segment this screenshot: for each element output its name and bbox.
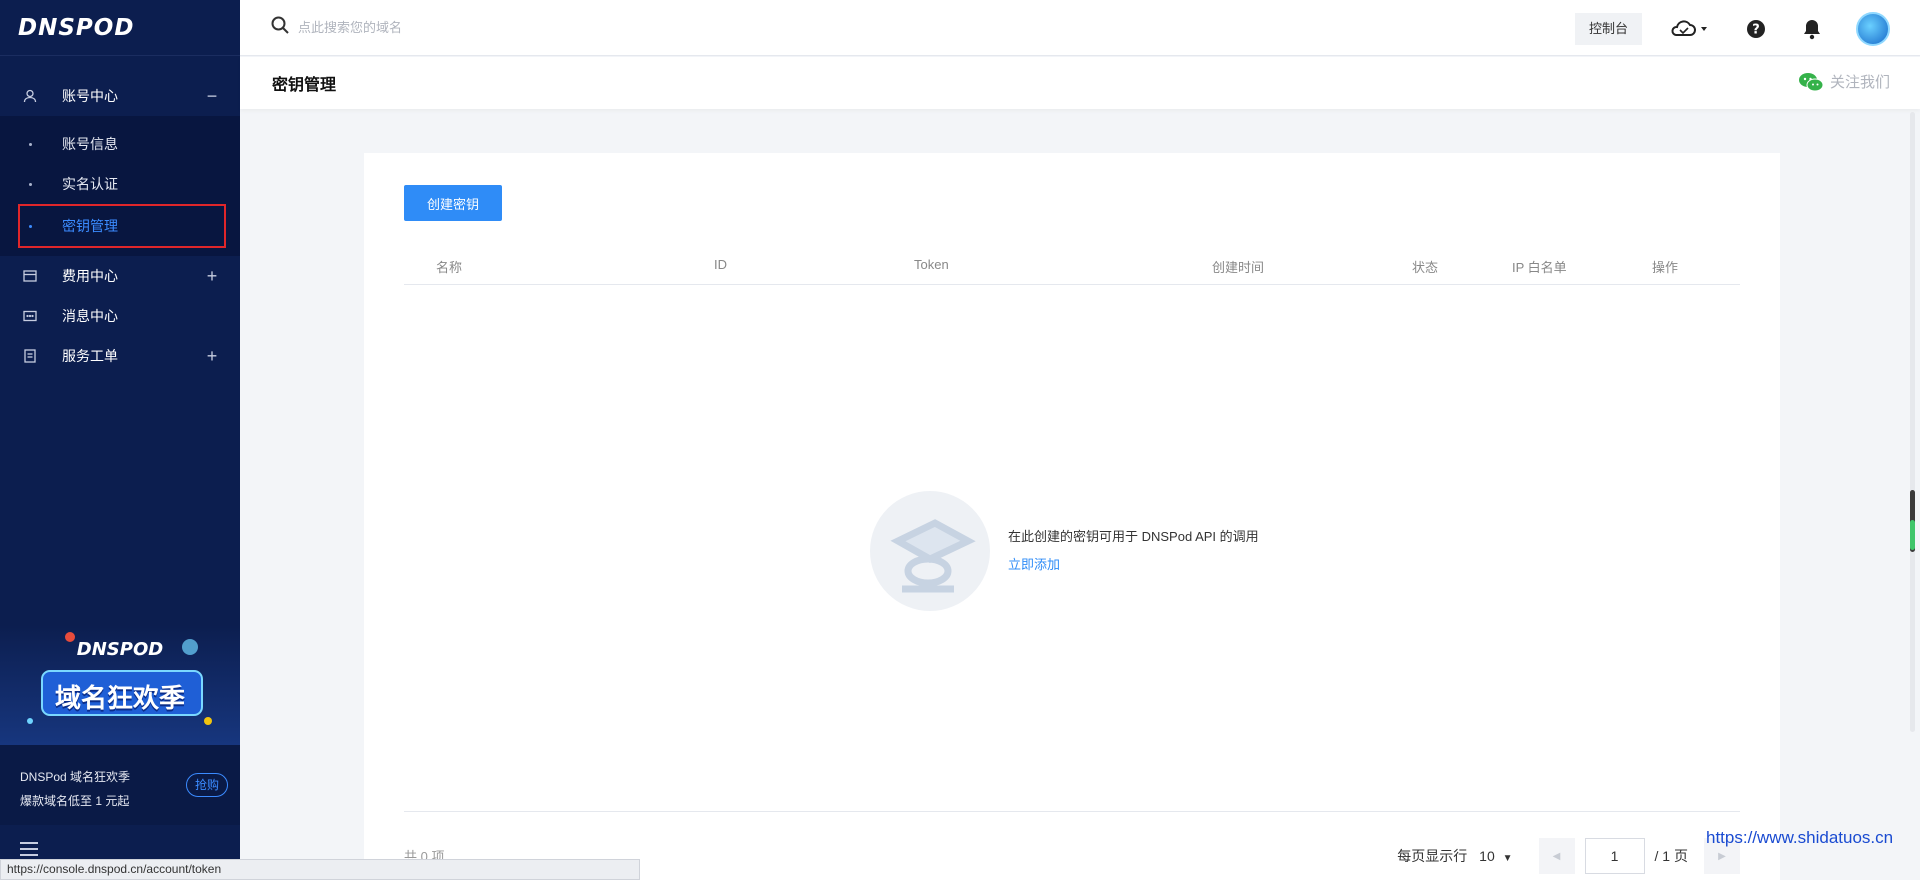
bullet-icon	[29, 224, 32, 228]
nav-group-label: 账号中心	[62, 88, 118, 104]
follow-us-link[interactable]: 关注我们	[1798, 71, 1890, 92]
collapse-icon[interactable]: −	[204, 86, 220, 107]
cloud-dropdown-icon[interactable]	[1668, 17, 1712, 41]
page-title: 密钥管理	[272, 77, 337, 94]
nav-group-account[interactable]: 账号中心 −	[0, 76, 240, 116]
ticket-icon	[22, 348, 38, 364]
expand-icon[interactable]: +	[204, 346, 220, 367]
sidebar-item-account-info[interactable]: 账号信息	[0, 124, 240, 164]
empty-key-icon	[870, 491, 990, 611]
total-pages: / 1 页	[1654, 848, 1688, 864]
key-list-card: 创建密钥 名称 ID Token 创建时间 状态 IP 白名单 操作 在此创建的…	[364, 153, 1780, 880]
sidebar: DNSPOD 账号中心 − 账号信息 实名认证 密钥管理 费用中心 + 消息中心…	[0, 0, 240, 880]
sidebar-item-real-name[interactable]: 实名认证	[0, 164, 240, 204]
scrollbar-marker	[1910, 520, 1915, 550]
nav-group-billing[interactable]: 费用中心 +	[0, 256, 240, 296]
dnspod-logo[interactable]: DNSPOD	[0, 0, 240, 56]
empty-state: 在此创建的密钥可用于 DNSPod API 的调用 立即添加	[870, 491, 1259, 611]
watermark-text: https://www.shidatuos.cn	[1706, 828, 1894, 847]
account-submenu: 账号信息 实名认证 密钥管理	[0, 116, 240, 256]
empty-description: 在此创建的密钥可用于 DNSPod API 的调用	[1008, 529, 1259, 544]
user-icon	[22, 88, 38, 104]
promo-banner[interactable]: DNSPOD 域名狂欢季	[0, 625, 240, 745]
menu-icon[interactable]	[20, 842, 38, 856]
promo-buy-button[interactable]: 抢购	[185, 773, 228, 797]
prev-page-button[interactable]: ◀	[1538, 838, 1575, 874]
search-box[interactable]	[270, 15, 598, 40]
nav-group-label: 费用中心	[62, 268, 118, 284]
nav-group-messages[interactable]: 消息中心	[0, 296, 240, 336]
search-icon[interactable]	[270, 15, 290, 40]
sidebar-item-label: 实名认证	[62, 176, 118, 192]
add-now-link[interactable]: 立即添加	[1008, 551, 1259, 579]
bell-icon[interactable]	[1800, 17, 1824, 41]
top-right-actions: 控制台 ?	[1574, 12, 1890, 46]
bullet-icon	[29, 142, 32, 146]
page-size-label: 每页显示行	[1397, 848, 1468, 864]
follow-us-label: 关注我们	[1829, 74, 1890, 91]
avatar[interactable]	[1856, 12, 1890, 46]
nav-group-label: 服务工单	[62, 348, 118, 364]
promo-info: DNSPod 域名狂欢季 爆款域名低至 1 元起 抢购	[0, 745, 240, 825]
column-created-time: 创建时间	[1212, 260, 1265, 275]
top-bar: 控制台 ?	[240, 0, 1920, 56]
create-key-button[interactable]: 创建密钥	[404, 185, 502, 221]
caret-down-icon: ▼	[1502, 853, 1513, 864]
column-ip-whitelist: IP 白名单	[1512, 260, 1567, 275]
pagination: 每页显示行 10 ▼ ◀ 1 / 1 页 ▶	[1397, 838, 1740, 874]
column-actions: 操作	[1652, 260, 1679, 275]
message-icon	[22, 308, 38, 324]
column-name: 名称	[436, 260, 463, 275]
table-header: 名称 ID Token 创建时间 状态 IP 白名单 操作	[404, 245, 1740, 285]
sidebar-item-key-management[interactable]: 密钥管理	[18, 204, 226, 248]
sidebar-item-label: 账号信息	[62, 136, 118, 152]
nav-group-tickets[interactable]: 服务工单 +	[0, 336, 240, 376]
empty-message: 在此创建的密钥可用于 DNSPod API 的调用 立即添加	[1008, 523, 1259, 579]
bullet-icon	[29, 182, 32, 186]
sidebar-item-label: 密钥管理	[62, 218, 118, 234]
page-size-select[interactable]: 每页显示行 10 ▼	[1397, 846, 1512, 866]
wallet-icon	[22, 268, 38, 284]
help-icon[interactable]: ?	[1744, 17, 1768, 41]
page-number-input[interactable]: 1	[1584, 838, 1645, 874]
column-id: ID	[714, 257, 727, 272]
page-header: 密钥管理 关注我们	[240, 57, 1920, 109]
status-bar-url: https://console.dnspod.cn/account/token	[0, 859, 640, 880]
console-button[interactable]: 控制台	[1574, 13, 1642, 45]
search-input[interactable]	[298, 20, 598, 35]
page-size-value: 10	[1479, 848, 1495, 864]
wechat-icon	[1798, 72, 1824, 91]
svg-text:?: ?	[1752, 23, 1760, 38]
column-status: 状态	[1412, 260, 1439, 275]
expand-icon[interactable]: +	[204, 266, 220, 287]
scrollbar-track[interactable]	[1910, 112, 1915, 732]
divider	[404, 811, 1740, 812]
promo-banner-title: DNSPOD	[76, 639, 164, 660]
column-token: Token	[914, 257, 949, 272]
promo-banner-slogan: 域名狂欢季	[54, 684, 185, 714]
nav-group-label: 消息中心	[62, 308, 118, 324]
